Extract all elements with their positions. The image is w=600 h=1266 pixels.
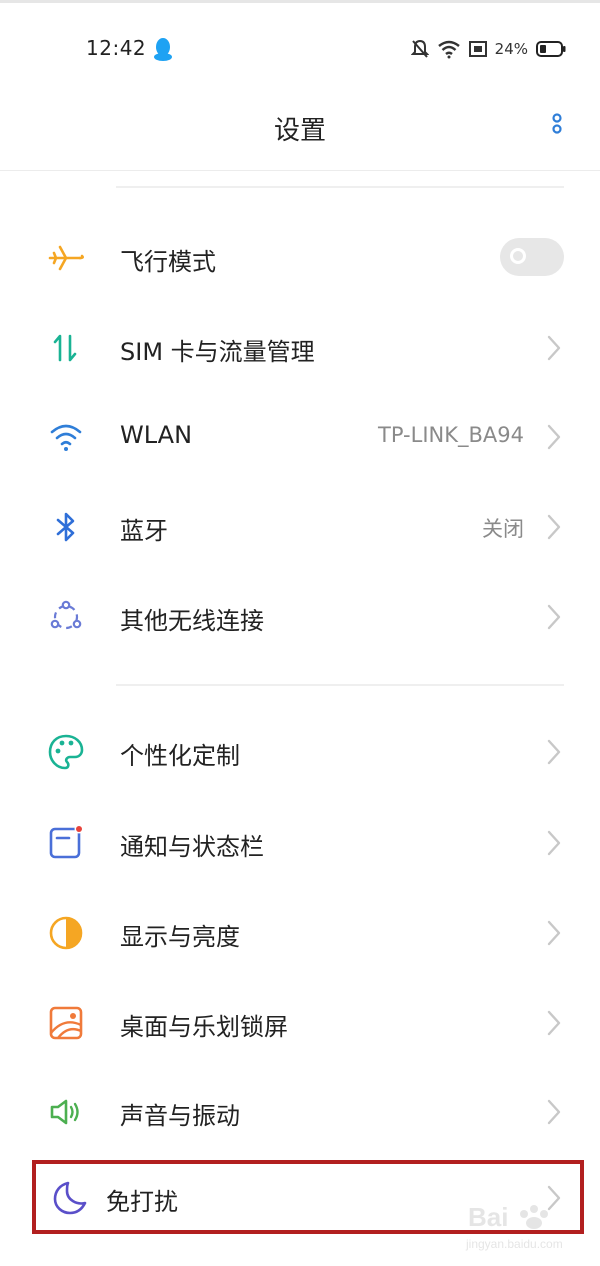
- chevron-right-icon: [547, 920, 561, 946]
- title-bar: 设置: [0, 90, 600, 171]
- settings-item-label: 蓝牙: [120, 517, 168, 545]
- chevron-right-icon: [547, 604, 561, 630]
- svg-text:jingyan.baidu.com: jingyan.baidu.com: [465, 1237, 563, 1251]
- chevron-right-icon: [547, 335, 561, 361]
- sim-icon: [468, 41, 487, 57]
- status-icons: 24%: [410, 36, 566, 62]
- wallpaper-icon: [49, 1006, 83, 1040]
- settings-item-other-wireless[interactable]: 其他无线连接: [0, 573, 600, 661]
- settings-item-label: 个性化定制: [120, 742, 240, 770]
- settings-item-label: 声音与振动: [120, 1102, 240, 1130]
- speaker-icon: [50, 1099, 79, 1125]
- bluetooth-icon: [56, 512, 75, 542]
- settings-item-label: 桌面与乐划锁屏: [120, 1013, 288, 1041]
- divider-middle: [116, 684, 564, 686]
- qq-icon: [154, 38, 172, 61]
- bell-muted-icon: [410, 39, 429, 58]
- settings-item-airplane-mode[interactable]: 飞行模式: [0, 214, 600, 302]
- settings-item-home-lock-screen[interactable]: 桌面与乐划锁屏: [0, 979, 600, 1067]
- settings-item-display[interactable]: 显示与亮度: [0, 889, 600, 977]
- divider-top: [116, 186, 564, 188]
- airplane-icon: [48, 245, 84, 271]
- page-title: 设置: [273, 116, 326, 146]
- settings-item-personalization[interactable]: 个性化定制: [0, 708, 600, 796]
- airplane-mode-toggle[interactable]: [500, 238, 564, 276]
- chevron-right-icon: [547, 739, 561, 765]
- settings-item-wlan[interactable]: WLAN TP-LINK_BA94: [0, 393, 600, 481]
- settings-item-label: 其他无线连接: [120, 607, 264, 635]
- baidu-watermark-logo: Bai jingyan.baidu.com: [465, 1202, 563, 1251]
- wifi-icon: [50, 424, 82, 451]
- battery-icon: [536, 41, 566, 57]
- settings-item-label: 飞行模式: [120, 248, 216, 276]
- settings-item-label: SIM 卡与流量管理: [120, 338, 315, 366]
- sim-data-icon: [53, 334, 77, 362]
- brightness-icon: [49, 916, 83, 950]
- chevron-right-icon: [547, 1099, 561, 1125]
- settings-item-notifications[interactable]: 通知与状态栏: [0, 799, 600, 887]
- chevron-right-icon: [547, 424, 561, 450]
- wireless-connections-icon: [50, 600, 82, 630]
- settings-item-label: 通知与状态栏: [120, 833, 264, 861]
- more-vertical-icon[interactable]: [546, 112, 568, 144]
- chevron-right-icon: [547, 1010, 561, 1036]
- top-border: [0, 0, 600, 3]
- palette-icon: [48, 734, 84, 770]
- toggle-knob: [510, 248, 526, 264]
- settings-item-label: 显示与亮度: [120, 923, 240, 951]
- bluetooth-status: 关闭: [482, 517, 524, 541]
- status-time: 12:42: [86, 36, 147, 60]
- chevron-right-icon: [547, 514, 561, 540]
- svg-text:Bai: Bai: [468, 1202, 508, 1232]
- settings-item-bluetooth[interactable]: 蓝牙 关闭: [0, 483, 600, 571]
- settings-item-label: WLAN: [120, 421, 193, 449]
- status-bar: 12:42 24%: [0, 24, 600, 72]
- settings-item-sound[interactable]: 声音与振动: [0, 1068, 600, 1156]
- wlan-network-name: TP-LINK_BA94: [378, 423, 524, 447]
- battery-percentage: 24%: [494, 40, 528, 58]
- wifi-icon: [437, 40, 460, 59]
- notification-icon: [49, 824, 84, 859]
- chevron-right-icon: [547, 830, 561, 856]
- settings-item-sim[interactable]: SIM 卡与流量管理: [0, 304, 600, 392]
